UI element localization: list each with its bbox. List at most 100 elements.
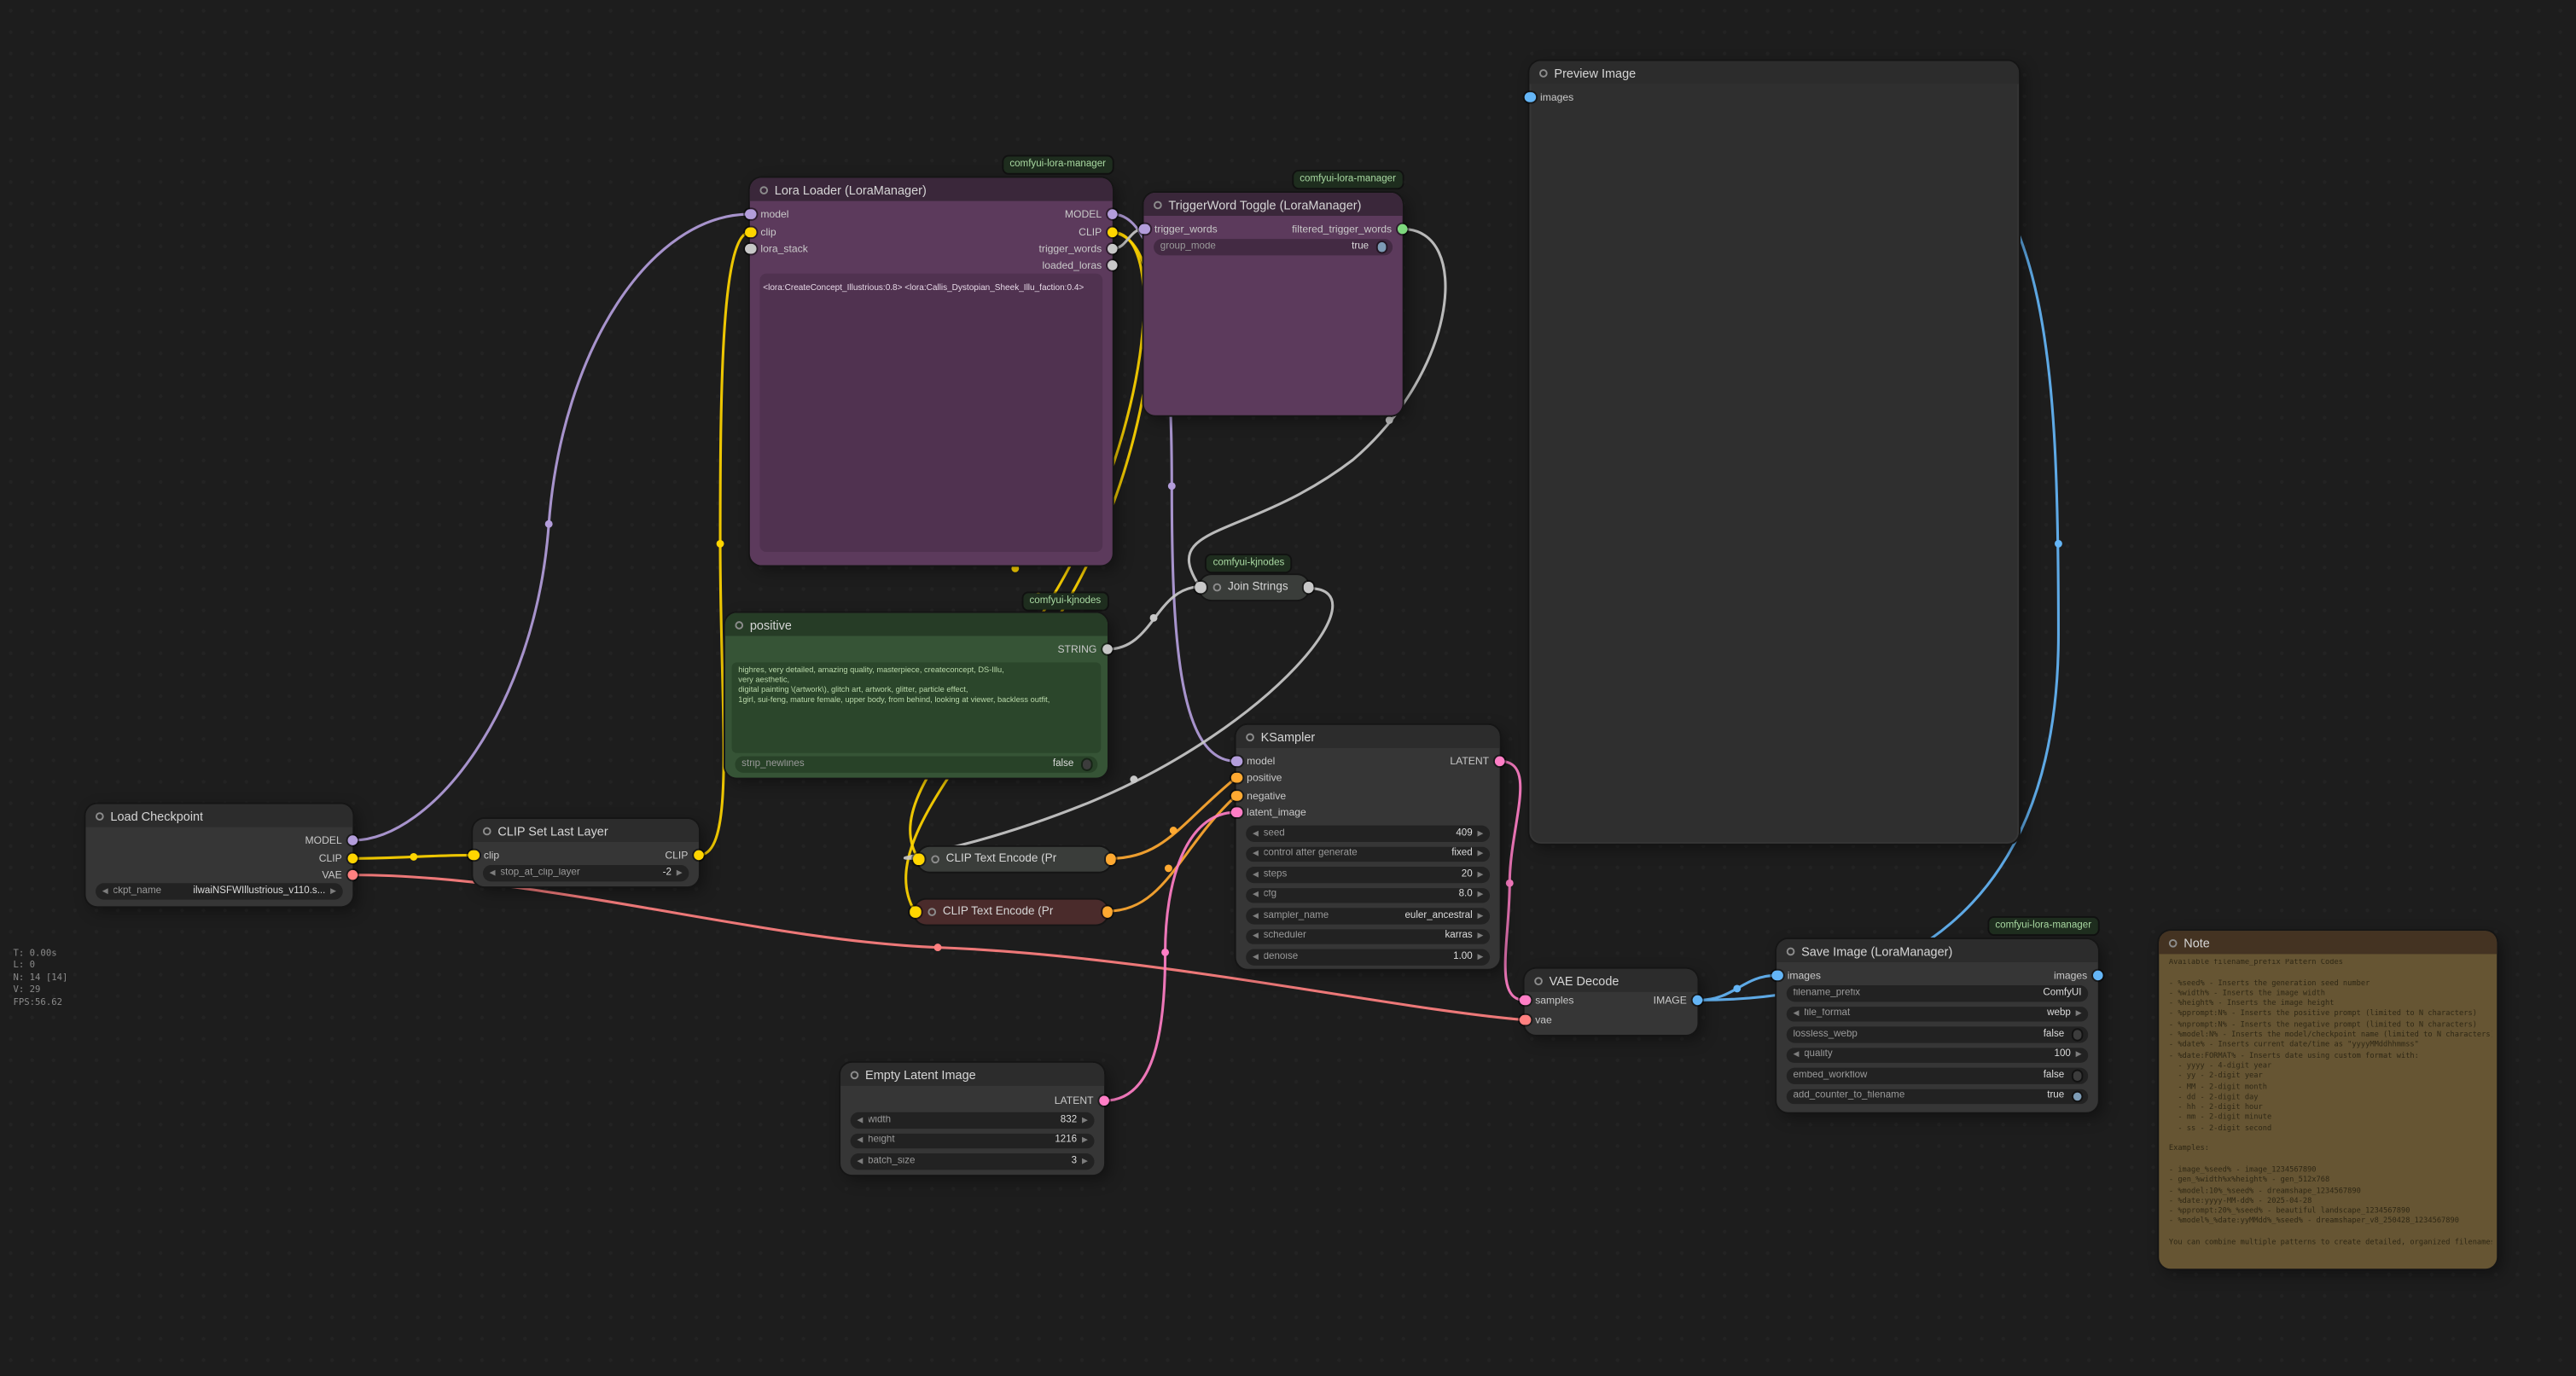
output-port-clip[interactable]: CLIP [1079, 226, 1117, 239]
output-port-vae[interactable]: VAE [322, 868, 358, 881]
node-positive-prompt[interactable]: comfyui-kjnodes positive STRING highres,… [725, 613, 1108, 778]
toggle-dot[interactable] [2073, 1071, 2082, 1080]
output-port-trigger-words[interactable]: trigger_words [1039, 242, 1118, 255]
link-dot[interactable] [1170, 827, 1178, 834]
node-clip-text-encode-positive[interactable]: CLIP Text Encode (Pr [918, 847, 1111, 872]
node-header[interactable]: CLIP Set Last Layer [473, 819, 699, 842]
toggle-dot[interactable] [1377, 242, 1387, 252]
port-dot[interactable] [1231, 791, 1242, 802]
node-note[interactable]: Note Available filename_prefix Pattern C… [2159, 931, 2497, 1269]
arrow-right-icon[interactable]: ▶ [677, 868, 683, 878]
arrow-right-icon[interactable]: ▶ [1477, 849, 1483, 859]
port-dot[interactable] [2092, 970, 2103, 981]
port-dot[interactable] [745, 209, 756, 220]
node-header[interactable]: Preview Image [1529, 61, 2019, 84]
port-dot[interactable] [1231, 756, 1242, 767]
port-dot[interactable] [1520, 995, 1531, 1006]
link-dot[interactable] [1386, 416, 1393, 424]
arrow-right-icon[interactable]: ▶ [1082, 1115, 1088, 1125]
link-dot[interactable] [1168, 482, 1176, 490]
link-dot[interactable] [1733, 984, 1741, 992]
input-port-samples[interactable]: samples [1520, 994, 1574, 1007]
input-port-negative[interactable]: negative [1231, 789, 1286, 802]
port-dot[interactable] [1195, 582, 1206, 593]
link-dot[interactable] [410, 853, 417, 861]
link-dot[interactable] [545, 520, 553, 528]
output-port-string[interactable]: STRING [1057, 642, 1112, 655]
widget-ckpt-name[interactable]: ◀ ckpt_name ilwaiNSFWIllustrious_v110.s.… [96, 883, 343, 898]
port-dot[interactable] [1397, 224, 1408, 235]
node-empty-latent-image[interactable]: Empty Latent Image LATENT ◀width832▶ ◀he… [840, 1063, 1104, 1175]
node-header[interactable]: Load Checkpoint [85, 804, 352, 827]
input-port-clip[interactable]: clip [745, 226, 776, 239]
link-emptylatent-to-ksampler[interactable] [1104, 812, 1236, 1100]
collapse-icon[interactable] [1787, 947, 1795, 955]
node-header[interactable]: positive [725, 613, 1108, 636]
port-dot[interactable] [1771, 970, 1782, 981]
output-port-latent[interactable]: LATENT [1450, 755, 1504, 768]
port-dot[interactable] [1107, 243, 1118, 254]
port-dot[interactable] [1102, 644, 1113, 655]
widget-filename-prefix[interactable]: filename_prefixComfyUI [1787, 985, 2088, 1001]
comfyui-viewport[interactable]: Load Checkpoint MODEL CLIP VAE ◀ ckpt_na… [0, 0, 2576, 1376]
widget-scheduler[interactable]: ◀schedulerkarras▶ [1246, 928, 1490, 943]
widget-strip-newlines[interactable]: strip_newlines false [735, 757, 1097, 772]
port-dot[interactable] [347, 853, 358, 864]
arrow-left-icon[interactable]: ◀ [1253, 952, 1259, 962]
toggle-dot[interactable] [1082, 759, 1091, 769]
arrow-left-icon[interactable]: ◀ [1253, 932, 1259, 942]
port-dot[interactable] [1303, 582, 1314, 593]
widget-denoise[interactable]: ◀denoise1.00▶ [1246, 949, 1490, 965]
output-port-clip[interactable]: CLIP [319, 852, 358, 865]
node-clip-set-last-layer[interactable]: CLIP Set Last Layer clip CLIP ◀ stop_at_… [473, 819, 699, 886]
output-port-image[interactable]: IMAGE [1654, 994, 1703, 1007]
input-port-trigger-words[interactable]: trigger_words [1139, 223, 1218, 235]
link-dot[interactable] [1165, 864, 1172, 872]
port-dot[interactable] [1107, 260, 1118, 271]
node-header[interactable]: Empty Latent Image [840, 1063, 1104, 1086]
port-dot[interactable] [745, 243, 756, 254]
collapse-icon[interactable] [2169, 938, 2178, 947]
link-encode2-to-ksampler-negative[interactable] [1108, 796, 1236, 911]
node-header[interactable]: VAE Decode [1525, 969, 1698, 992]
output-port-model[interactable]: MODEL [1065, 207, 1118, 220]
port-dot[interactable] [468, 850, 480, 861]
widget-stop-at-clip-layer[interactable]: ◀ stop_at_clip_layer -2 ▶ [483, 865, 689, 880]
collapse-icon[interactable] [735, 620, 743, 629]
node-ksampler[interactable]: KSampler model positive negative latent_… [1236, 725, 1500, 969]
collapse-icon[interactable] [1539, 68, 1548, 77]
collapse-icon[interactable] [1154, 200, 1162, 209]
port-dot[interactable] [1520, 1014, 1531, 1025]
widget-add-counter-to-filename[interactable]: add_counter_to_filenametrue [1787, 1089, 2088, 1104]
lora-widget-area[interactable] [759, 274, 1102, 552]
arrow-right-icon[interactable]: ▶ [330, 886, 336, 897]
port-dot[interactable] [1494, 756, 1505, 767]
input-port-model[interactable]: model [1231, 755, 1275, 768]
widget-sampler-name[interactable]: ◀sampler_nameeuler_ancestral▶ [1246, 908, 1490, 923]
widget-seed[interactable]: ◀seed409▶ [1246, 826, 1490, 841]
widget-file-format[interactable]: ◀file_formatwebp▶ [1787, 1006, 2088, 1021]
port-dot[interactable] [745, 227, 756, 238]
output-port-clip[interactable]: CLIP [665, 849, 703, 862]
port-dot[interactable] [1107, 227, 1118, 238]
arrow-left-icon[interactable]: ◀ [857, 1115, 863, 1125]
node-clip-text-encode-negative[interactable]: CLIP Text Encode (Pr [915, 900, 1108, 925]
widget-lossless-webp[interactable]: lossless_webpfalse [1787, 1026, 2088, 1042]
node-save-image[interactable]: comfyui-lora-manager Save Image (LoraMan… [1776, 939, 2098, 1112]
widget-group-mode[interactable]: group_mode true [1154, 239, 1393, 254]
link-dot[interactable] [1130, 775, 1137, 783]
output-port-filtered-trigger-words[interactable]: filtered_trigger_words [1292, 223, 1407, 235]
port-dot[interactable] [1231, 807, 1242, 818]
link-dot[interactable] [1150, 614, 1158, 622]
input-port-vae[interactable]: vae [1520, 1013, 1552, 1026]
node-vae-decode[interactable]: VAE Decode samples vae IMAGE [1525, 969, 1698, 1035]
widget-steps[interactable]: ◀steps20▶ [1246, 867, 1490, 882]
arrow-left-icon[interactable]: ◀ [1793, 1009, 1799, 1019]
input-port-lora-stack[interactable]: lora_stack [745, 242, 808, 255]
output-port-latent[interactable]: LATENT [1055, 1094, 1109, 1107]
arrow-left-icon[interactable]: ◀ [1253, 869, 1259, 880]
collapse-icon[interactable] [1534, 976, 1543, 984]
output-port-model[interactable]: MODEL [305, 833, 358, 846]
input-port-images[interactable]: images [1771, 969, 1821, 982]
node-header[interactable]: Lora Loader (LoraManager) [750, 178, 1113, 201]
